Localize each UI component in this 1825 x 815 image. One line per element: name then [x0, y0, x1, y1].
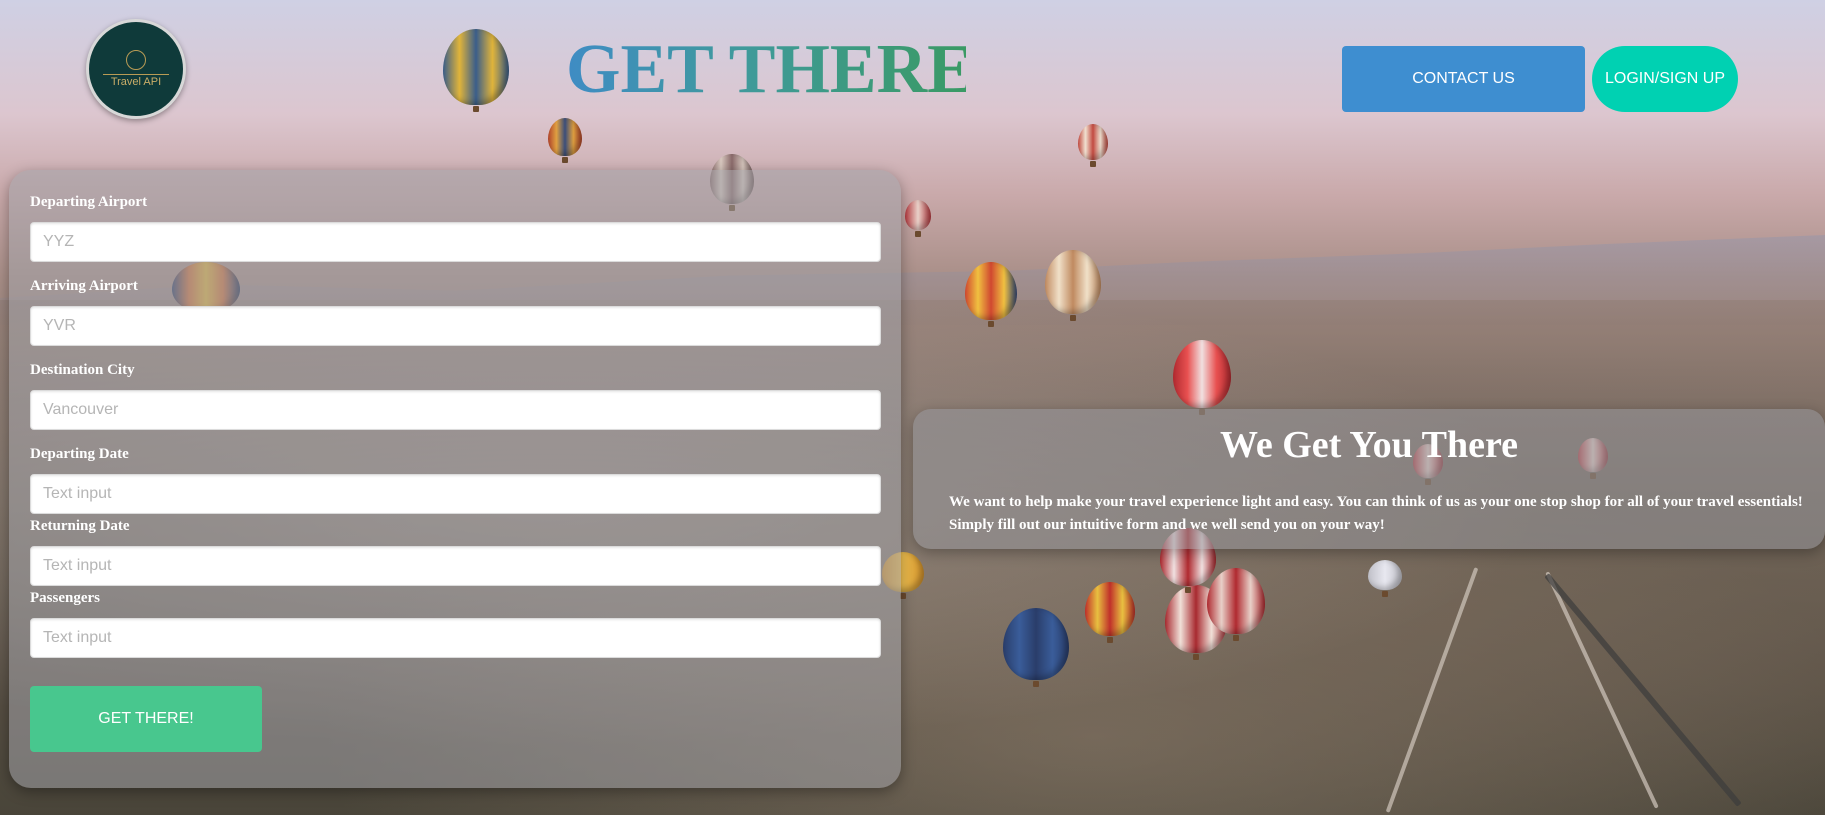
returning-date-input[interactable] [30, 546, 881, 586]
page-title: GET THERE [566, 31, 974, 108]
hot-air-balloon [1003, 608, 1069, 687]
hot-air-balloon [1045, 250, 1101, 321]
contact-us-button[interactable]: CONTACT US [1342, 46, 1585, 112]
travel-search-form: Departing Airport Arriving Airport Desti… [9, 170, 901, 788]
arriving-airport-input[interactable] [30, 306, 881, 346]
logo-divider [103, 74, 169, 75]
passengers-label: Passengers [30, 590, 100, 606]
hot-air-balloon [1085, 582, 1135, 643]
info-panel: We Get You There We want to help make yo… [913, 409, 1825, 549]
logo-text: Travel API [110, 76, 162, 88]
hot-air-balloon [905, 200, 931, 237]
destination-city-input[interactable] [30, 390, 881, 430]
departing-date-label: Departing Date [30, 446, 129, 462]
hot-air-balloon [965, 262, 1017, 327]
hot-air-balloon [548, 118, 582, 163]
hot-air-balloon [1078, 124, 1108, 167]
destination-city-label: Destination City [30, 362, 135, 378]
globe-icon [126, 50, 146, 70]
info-heading: We Get You There [1219, 424, 1518, 466]
arriving-airport-label: Arriving Airport [30, 278, 138, 294]
departing-airport-input[interactable] [30, 222, 881, 262]
departing-airport-label: Departing Airport [30, 194, 148, 210]
login-signup-button[interactable]: LOGIN/SIGN UP [1592, 46, 1738, 112]
get-there-submit-button[interactable]: GET THERE! [30, 686, 262, 752]
departing-date-input[interactable] [30, 474, 881, 514]
hot-air-balloon [443, 29, 509, 112]
passengers-input[interactable] [30, 618, 881, 658]
info-description: We want to help make your travel experie… [949, 494, 1803, 533]
hot-air-balloon [1173, 340, 1231, 415]
logo[interactable]: Travel API [86, 19, 186, 119]
hot-air-balloon [1368, 560, 1402, 597]
hot-air-balloon [1207, 568, 1265, 641]
returning-date-label: Returning Date [30, 518, 130, 534]
